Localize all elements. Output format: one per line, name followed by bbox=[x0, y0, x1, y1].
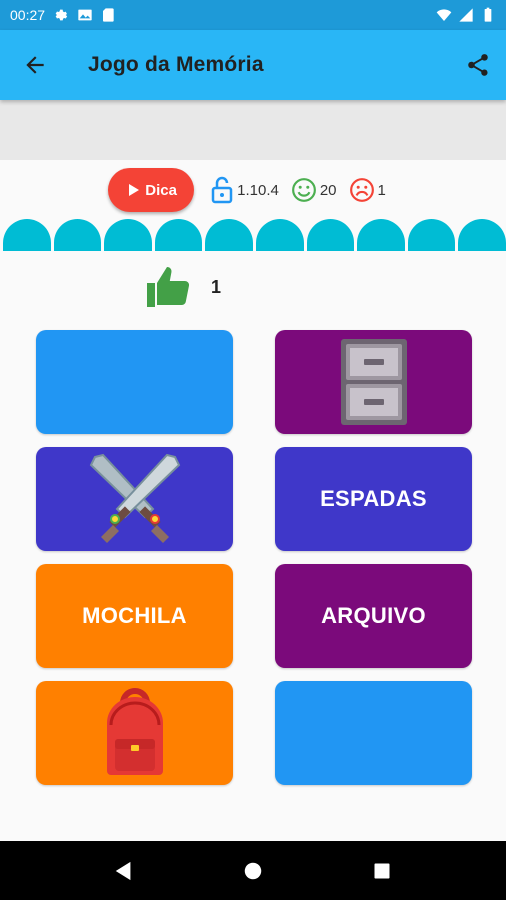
score-value: 1 bbox=[211, 276, 222, 297]
ad-banner-area bbox=[0, 100, 506, 160]
memory-card-4[interactable]: ESPADAS bbox=[275, 447, 472, 551]
settings-icon bbox=[55, 9, 68, 21]
happy-face-icon bbox=[291, 178, 316, 202]
correct-count: 20 bbox=[319, 181, 337, 199]
wifi-icon bbox=[436, 9, 452, 21]
play-icon bbox=[129, 184, 140, 196]
memory-card-7[interactable] bbox=[36, 681, 233, 785]
nav-back-button[interactable] bbox=[104, 851, 144, 891]
progress-bump bbox=[306, 219, 355, 251]
filing-cabinet-icon bbox=[340, 339, 407, 425]
memory-card-6[interactable]: ARQUIVO bbox=[275, 564, 472, 668]
score-row: 1 bbox=[145, 265, 221, 309]
back-button[interactable] bbox=[0, 30, 70, 100]
circle-home-icon bbox=[244, 862, 262, 879]
signal-icon bbox=[459, 8, 473, 22]
card-label: ARQUIVO bbox=[321, 603, 426, 628]
memory-card-8[interactable] bbox=[275, 681, 472, 785]
progress-bump bbox=[458, 219, 506, 251]
memory-card-3[interactable] bbox=[36, 447, 233, 551]
progress-bump bbox=[3, 219, 51, 251]
sd-card-icon bbox=[103, 8, 114, 22]
memory-card-1[interactable] bbox=[36, 330, 233, 434]
backpack-icon bbox=[106, 688, 163, 775]
nav-home-button[interactable] bbox=[233, 851, 273, 891]
wrong-count: 1 bbox=[377, 181, 386, 199]
progress-bump bbox=[205, 219, 253, 251]
system-nav-bar bbox=[0, 841, 506, 900]
app-bar: Jogo da Memória bbox=[0, 30, 506, 100]
image-icon bbox=[78, 9, 92, 21]
version-stat: 1.10.4 bbox=[210, 176, 279, 204]
progress-bump bbox=[154, 219, 203, 251]
progress-bumps bbox=[0, 219, 506, 251]
share-button[interactable] bbox=[450, 30, 506, 100]
nav-recents-button[interactable] bbox=[362, 851, 402, 891]
progress-bump bbox=[357, 219, 405, 251]
hint-button-label: Dica bbox=[145, 181, 177, 199]
arrow-back-icon bbox=[26, 56, 44, 74]
memory-card-2[interactable] bbox=[275, 330, 472, 434]
version-label: 1.10.4 bbox=[237, 181, 279, 199]
thumbs-up-icon bbox=[147, 267, 190, 307]
correct-stat: 20 bbox=[291, 177, 337, 203]
progress-bump bbox=[255, 219, 304, 251]
progress-bump bbox=[53, 219, 102, 251]
card-label: MOCHILA bbox=[82, 603, 187, 628]
square-recents-icon bbox=[374, 863, 390, 878]
status-time: 00:27 bbox=[10, 7, 46, 23]
share-icon bbox=[468, 54, 488, 76]
unlock-icon bbox=[211, 176, 233, 204]
memory-card-5[interactable]: MOCHILA bbox=[36, 564, 233, 668]
hint-button[interactable]: Dica bbox=[108, 168, 195, 212]
triangle-back-icon bbox=[116, 861, 131, 880]
stats-row: Dica 1.10.4 20 1 bbox=[0, 168, 506, 212]
wrong-stat: 1 bbox=[349, 177, 386, 203]
battery-icon bbox=[484, 7, 492, 22]
progress-bump bbox=[104, 219, 152, 251]
sad-face-icon bbox=[349, 178, 374, 202]
page-title: Jogo da Memória bbox=[88, 53, 264, 76]
status-bar: 00:27 bbox=[0, 0, 506, 30]
crossed-swords-icon bbox=[89, 453, 180, 543]
card-label: ESPADAS bbox=[320, 486, 427, 511]
progress-bump bbox=[407, 219, 456, 251]
